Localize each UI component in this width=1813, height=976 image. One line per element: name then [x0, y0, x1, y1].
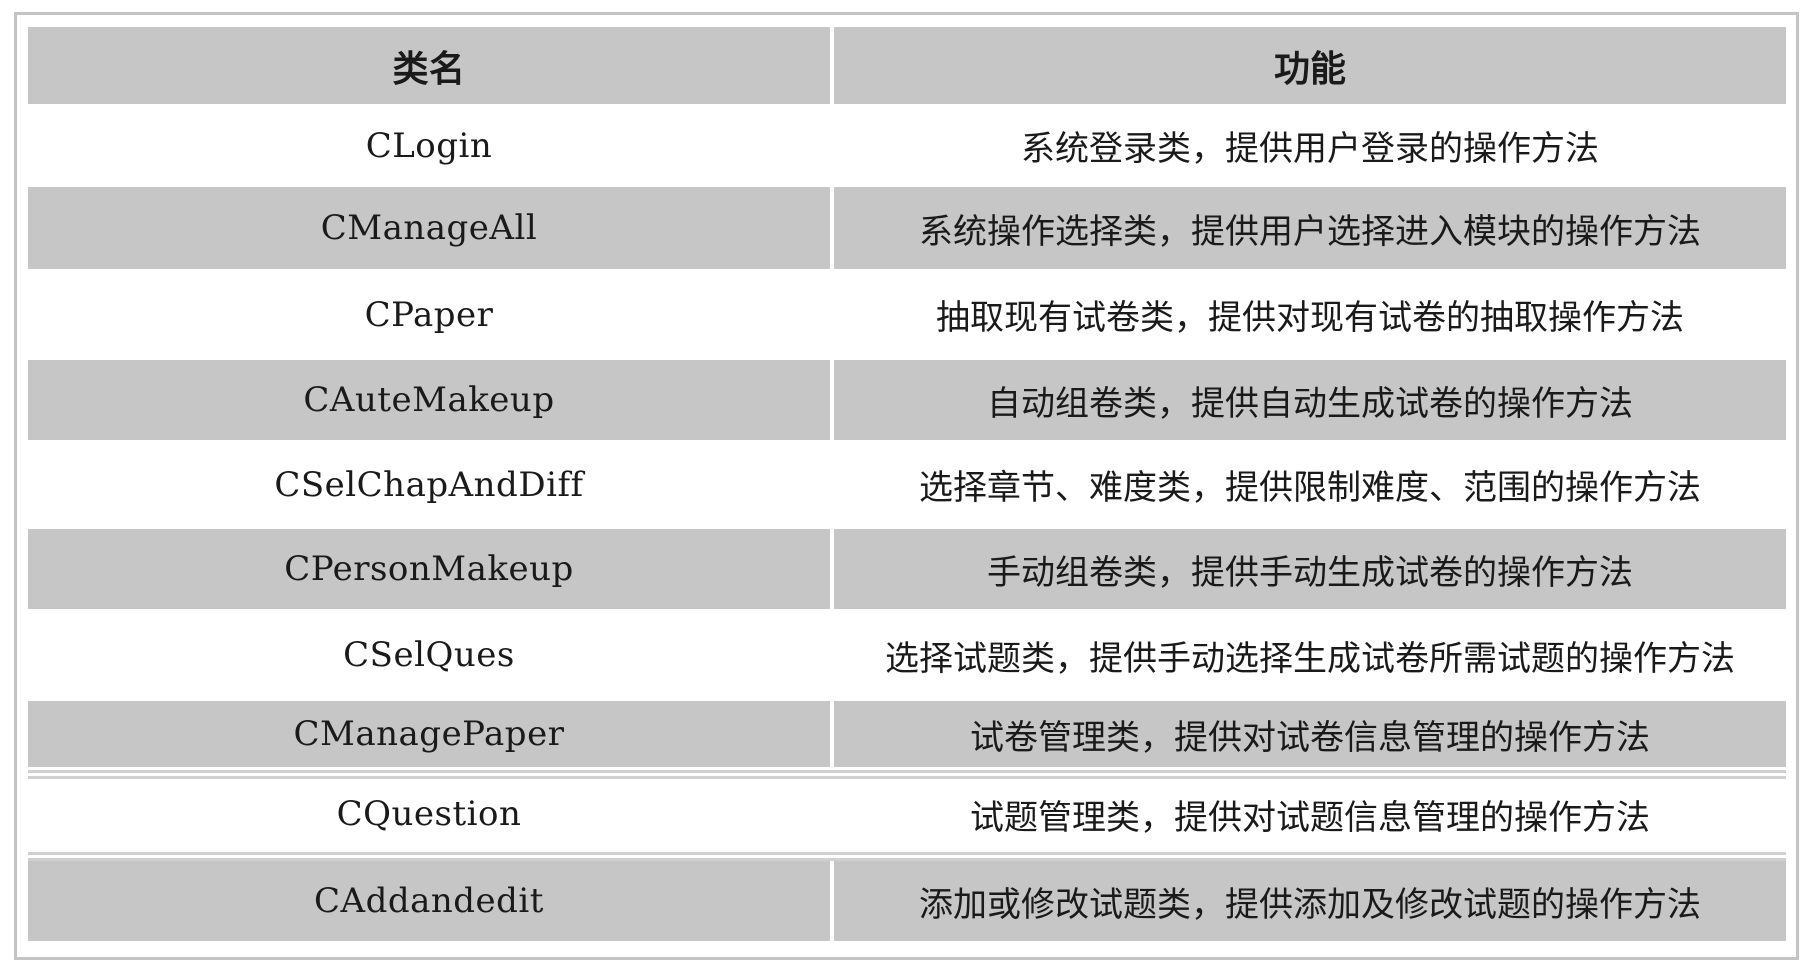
class-name-cell: CPaper [364, 294, 494, 335]
table-row: CPersonMakeup 手动组卷类，提供手动生成试卷的操作方法 [28, 529, 1786, 609]
function-cell: 抽取现有试卷类，提供对现有试卷的抽取操作方法 [830, 269, 1786, 360]
class-name-cell: CManageAll [320, 208, 538, 248]
class-name-cell: CQuestion [336, 794, 522, 834]
class-function-table: 类名 功能 CLogin 系统登录类，提供用户登录的操作方法 CManageAl… [28, 27, 1786, 948]
class-name-cell: CSelQues [343, 635, 515, 675]
row-divider [28, 849, 1786, 861]
class-name-cell: CLogin [365, 125, 493, 166]
header-function: 功能 [830, 27, 1786, 104]
function-cell: 选择章节、难度类，提供限制难度、范围的操作方法 [830, 440, 1786, 529]
table-row: CQuestion 试题管理类，提供对试题信息管理的操作方法 [28, 779, 1786, 849]
table-header-row: 类名 功能 [28, 27, 1786, 104]
function-cell: 选择试题类，提供手动选择生成试卷所需试题的操作方法 [830, 609, 1786, 701]
table-row: CAuteMakeup 自动组卷类，提供自动生成试卷的操作方法 [28, 360, 1786, 440]
function-cell: 系统操作选择类，提供用户选择进入模块的操作方法 [830, 187, 1786, 269]
table-row: CSelChapAndDiff 选择章节、难度类，提供限制难度、范围的操作方法 [28, 440, 1786, 529]
table-row: CPaper 抽取现有试卷类，提供对现有试卷的抽取操作方法 [28, 269, 1786, 360]
table-row: CAddandedit 添加或修改试题类，提供添加及修改试题的操作方法 [28, 861, 1786, 941]
function-cell: 系统登录类，提供用户登录的操作方法 [830, 104, 1786, 187]
table-row: CManagePaper 试卷管理类，提供对试卷信息管理的操作方法 [28, 701, 1786, 767]
class-name-cell: CSelChapAndDiff [274, 464, 584, 505]
function-cell: 添加或修改试题类，提供添加及修改试题的操作方法 [830, 861, 1786, 941]
row-divider [28, 767, 1786, 779]
class-name-cell: CPersonMakeup [284, 549, 574, 589]
function-cell: 自动组卷类，提供自动生成试卷的操作方法 [830, 360, 1786, 440]
header-class-name: 类名 [392, 47, 466, 90]
class-name-cell: CManagePaper [293, 714, 565, 754]
class-name-cell: CAuteMakeup [303, 380, 555, 420]
function-cell: 试卷管理类，提供对试卷信息管理的操作方法 [830, 701, 1786, 767]
table-row: CSelQues 选择试题类，提供手动选择生成试卷所需试题的操作方法 [28, 609, 1786, 701]
class-name-cell: CAddandedit [314, 881, 544, 921]
table-row: CManageAll 系统操作选择类，提供用户选择进入模块的操作方法 [28, 187, 1786, 269]
function-cell: 试题管理类，提供对试题信息管理的操作方法 [830, 779, 1786, 849]
function-cell: 手动组卷类，提供手动生成试卷的操作方法 [830, 529, 1786, 609]
table-row: CLogin 系统登录类，提供用户登录的操作方法 [28, 104, 1786, 187]
